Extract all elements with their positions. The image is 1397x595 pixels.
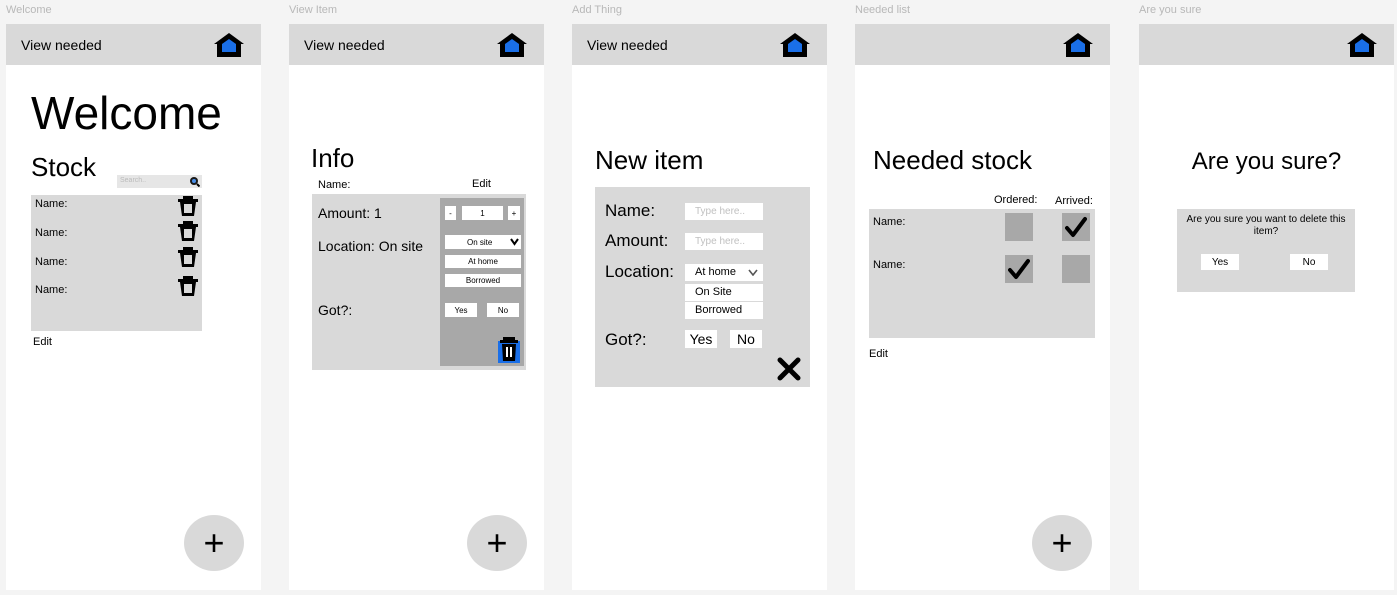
plus-icon: +	[1051, 522, 1073, 563]
plus-icon: +	[486, 522, 508, 563]
table-row-name: Name:	[873, 216, 906, 228]
location-label: Location:	[605, 262, 674, 281]
frame-label-add-thing: Add Thing	[572, 4, 622, 16]
page-title: Welcome	[31, 87, 222, 139]
trash-icon[interactable]	[177, 195, 199, 217]
home-icon[interactable]	[1062, 32, 1094, 58]
arrived-checkbox[interactable]	[1062, 255, 1090, 283]
page-title: Needed stock	[873, 145, 1032, 175]
trash-icon[interactable]	[177, 220, 199, 242]
option-on-site[interactable]: On Site	[685, 284, 763, 301]
page-title: Info	[311, 143, 355, 173]
ordered-checkbox[interactable]	[1005, 213, 1033, 241]
frame-welcome: View needed Welcome Stock Search.. Name:…	[6, 24, 261, 590]
close-icon[interactable]	[777, 357, 801, 381]
option-borrowed[interactable]: Borrowed	[445, 274, 521, 287]
chevron-down-icon	[748, 269, 758, 276]
frame-label-view-item: View Item	[289, 4, 338, 16]
top-bar	[1139, 24, 1394, 65]
edit-link[interactable]: Edit	[472, 178, 491, 190]
amount-label: Amount:	[605, 231, 669, 250]
view-needed-link[interactable]: View needed	[304, 37, 385, 53]
top-bar: View needed	[289, 24, 544, 65]
home-icon[interactable]	[779, 32, 811, 58]
quantity-stepper[interactable]: 1	[462, 206, 503, 220]
checkmark-icon	[1065, 217, 1087, 237]
top-bar: View needed	[572, 24, 827, 65]
top-bar	[855, 24, 1110, 65]
location-label: Location: On site	[318, 238, 424, 254]
name-label: Name:	[605, 201, 656, 220]
edit-sidebar: - 1 + On site At home Borrowed Yes No	[440, 198, 524, 366]
frame-add-thing: View needed New item Name: Amount: Locat…	[572, 24, 827, 590]
location-select[interactable]: On site	[445, 235, 521, 249]
chevron-down-icon	[510, 238, 519, 246]
stepper-minus[interactable]: -	[445, 206, 456, 220]
dialog-title: Are you sure?	[1191, 148, 1342, 175]
list-item[interactable]: Name:	[35, 256, 67, 268]
plus-icon: +	[203, 522, 225, 563]
list-item[interactable]: Name:	[35, 198, 67, 210]
trash-icon[interactable]	[177, 246, 199, 268]
search-input[interactable]: Search..	[117, 175, 202, 188]
no-button[interactable]: No	[1290, 254, 1328, 270]
page-title: New item	[595, 145, 704, 175]
list-item[interactable]: Name:	[35, 227, 67, 239]
stepper-plus[interactable]: +	[508, 206, 520, 220]
amount-input[interactable]: Type here..	[685, 233, 763, 250]
needed-list-table: Name: Name:	[869, 209, 1095, 338]
yes-button[interactable]: Yes	[1201, 254, 1239, 270]
yes-button[interactable]: Yes	[445, 303, 477, 317]
confirm-dialog: Are you sure you want to delete this ite…	[1177, 209, 1355, 292]
amount-label: Amount: 1	[318, 205, 382, 221]
frame-view-item: View needed Info Name: Edit Amount: 1 Lo…	[289, 24, 544, 590]
column-header-arrived: Arrived:	[1055, 195, 1093, 207]
frame-label-needed-list: Needed list	[855, 4, 911, 16]
home-icon[interactable]	[1346, 32, 1378, 58]
location-select[interactable]: At home	[685, 264, 763, 281]
add-button[interactable]: +	[184, 515, 244, 571]
top-bar: View needed	[6, 24, 261, 65]
edit-link[interactable]: Edit	[869, 348, 888, 360]
got-label: Got?:	[318, 302, 353, 318]
column-header-ordered: Ordered:	[994, 194, 1038, 206]
frame-label-welcome: Welcome	[6, 4, 52, 16]
select-value: At home	[695, 266, 736, 278]
trash-icon[interactable]	[177, 275, 199, 297]
info-panel: Amount: 1 Location: On site Got?: - 1 + …	[312, 194, 526, 370]
no-button[interactable]: No	[487, 303, 519, 317]
search-icon[interactable]	[189, 176, 200, 187]
select-value: On site	[467, 237, 493, 247]
add-button[interactable]: +	[1032, 515, 1092, 571]
add-button[interactable]: +	[467, 515, 527, 571]
name-input[interactable]: Type here..	[685, 203, 763, 220]
dialog-message: Are you sure you want to delete this ite…	[1186, 214, 1346, 237]
edit-link[interactable]: Edit	[33, 336, 52, 348]
home-icon[interactable]	[213, 32, 245, 58]
view-needed-link[interactable]: View needed	[587, 37, 668, 53]
ordered-checkbox[interactable]	[1005, 255, 1033, 283]
search-placeholder: Search..	[120, 177, 147, 184]
option-borrowed[interactable]: Borrowed	[685, 302, 763, 319]
frame-label-are-you-sure: Are you sure	[1139, 4, 1202, 16]
list-item[interactable]: Name:	[35, 284, 67, 296]
frame-are-you-sure: Are you sure? Are you sure you want to d…	[1139, 24, 1394, 590]
arrived-checkbox[interactable]	[1062, 213, 1090, 241]
got-label: Got?:	[605, 330, 647, 349]
home-icon[interactable]	[496, 32, 528, 58]
section-title: Stock	[31, 152, 97, 182]
new-item-form: Name: Amount: Location: Got?: Type here.…	[595, 187, 810, 387]
no-button[interactable]: No	[730, 330, 762, 348]
checkmark-icon	[1008, 259, 1030, 279]
stock-list: Name: Name: Name: Name:	[31, 195, 202, 331]
table-row-name: Name:	[873, 259, 906, 271]
view-needed-link[interactable]: View needed	[21, 37, 102, 53]
yes-button[interactable]: Yes	[685, 330, 717, 348]
trash-icon[interactable]	[498, 337, 520, 363]
option-at-home[interactable]: At home	[445, 255, 521, 268]
name-label: Name:	[318, 179, 351, 191]
frame-needed-list: Needed stock Ordered: Arrived: Name: Nam…	[855, 24, 1110, 590]
